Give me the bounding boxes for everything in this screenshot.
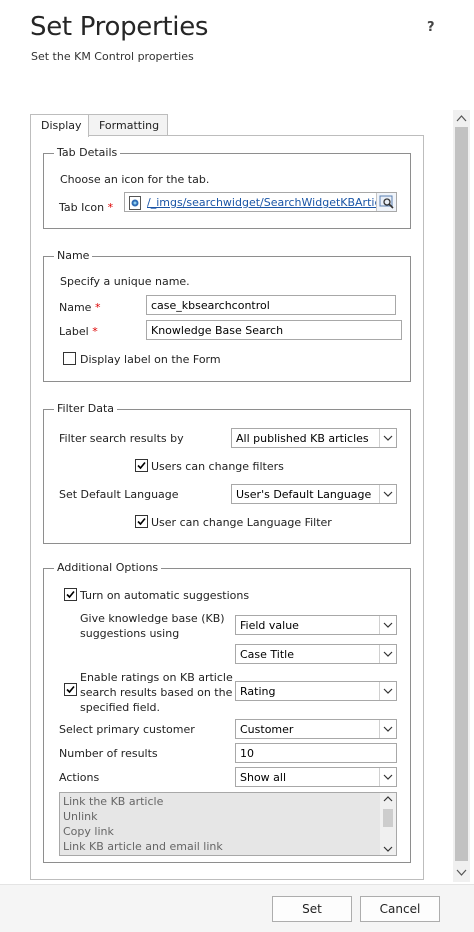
name-label: Name * — [59, 301, 101, 314]
list-item[interactable]: Unlink — [60, 810, 396, 825]
actions-listbox[interactable]: Link the KB article Unlink Copy link Lin… — [59, 792, 397, 856]
checkmark-icon — [66, 685, 75, 694]
filter-label: Filter search results by — [59, 432, 184, 445]
tab-details-group: Tab Details Choose an icon for the tab. … — [43, 146, 411, 229]
filter-select-value: All published KB articles — [236, 432, 369, 445]
primary-customer-label: Select primary customer — [59, 723, 195, 736]
user-change-language-checkbox[interactable] — [135, 515, 148, 528]
filter-data-legend: Filter Data — [54, 402, 118, 415]
label-input[interactable]: Knowledge Base Search — [146, 320, 402, 340]
num-results-input[interactable]: 10 — [235, 743, 397, 763]
filter-data-group: Filter Data Filter search results by All… — [43, 402, 411, 544]
tab-icon-instruction: Choose an icon for the tab. — [60, 173, 210, 186]
required-marker: * — [94, 301, 101, 314]
tab-icon-input[interactable]: /_imgs/searchwidget/SearchWidgetKBArticl… — [124, 192, 397, 212]
chevron-down-icon — [379, 645, 396, 663]
name-input[interactable]: case_kbsearchcontrol — [146, 295, 396, 315]
auto-suggestions-label: Turn on automatic suggestions — [80, 589, 250, 602]
ratings-checkbox[interactable] — [64, 683, 77, 696]
list-item[interactable]: Link KB article and email link — [60, 840, 396, 855]
tab-panel-display: Tab Details Choose an icon for the tab. … — [30, 135, 424, 880]
default-language-value: User's Default Language — [236, 488, 372, 501]
num-results-label: Number of results — [59, 747, 158, 760]
chevron-down-icon — [379, 485, 396, 503]
cancel-button[interactable]: Cancel — [360, 896, 440, 922]
list-item[interactable]: Copy link — [60, 825, 396, 840]
chevron-down-icon — [379, 682, 396, 700]
tab-icon-label: Tab Icon * — [59, 201, 114, 214]
chevron-down-icon — [379, 768, 396, 786]
chevron-down-icon — [379, 616, 396, 634]
name-group: Name Specify a unique name. Name * case_… — [43, 249, 411, 382]
browse-lookup-icon[interactable] — [376, 193, 396, 211]
users-change-filters-checkbox[interactable] — [135, 459, 148, 472]
default-language-select[interactable]: User's Default Language — [231, 484, 397, 504]
help-icon[interactable]: ? — [427, 20, 435, 35]
tab-formatting[interactable]: Formatting — [88, 114, 168, 136]
filter-select[interactable]: All published KB articles — [231, 428, 397, 448]
checkmark-icon — [137, 517, 146, 526]
additional-options-legend: Additional Options — [54, 561, 162, 574]
tab-icon-path: /_imgs/searchwidget/SearchWidgetKBArticl… — [147, 196, 391, 209]
ratings-label-line1: Enable ratings on KB article — [80, 671, 233, 684]
dialog-title: Set Properties — [30, 12, 209, 42]
additional-options-group: Additional Options Turn on automatic sug… — [43, 561, 411, 863]
primary-customer-value: Customer — [240, 723, 294, 736]
required-marker: * — [92, 325, 98, 338]
listbox-scrollbar[interactable] — [380, 793, 396, 855]
name-instruction: Specify a unique name. — [60, 275, 190, 288]
list-item[interactable]: Link the KB article — [60, 795, 396, 810]
dialog-footer: Set Cancel — [0, 884, 474, 932]
chevron-down-icon — [379, 429, 396, 447]
display-label-text: Display label on the Form — [80, 353, 221, 366]
required-marker: * — [107, 201, 114, 214]
field-value-select[interactable]: Case Title — [235, 644, 397, 664]
main-scrollbar[interactable] — [453, 110, 470, 882]
actions-select[interactable]: Show all — [235, 767, 397, 787]
display-label-checkbox[interactable] — [63, 352, 76, 365]
kb-suggestions-label-line2: suggestions using — [80, 627, 180, 640]
kb-suggestions-select[interactable]: Field value — [235, 615, 397, 635]
ratings-select[interactable]: Rating — [235, 681, 397, 701]
default-language-label: Set Default Language — [59, 488, 179, 501]
label-label: Label * — [59, 325, 98, 338]
tab-display[interactable]: Display — [30, 114, 89, 137]
actions-label: Actions — [59, 771, 100, 784]
checkmark-icon — [137, 461, 146, 470]
users-change-filters-label: Users can change filters — [151, 460, 284, 473]
field-value-value: Case Title — [240, 648, 294, 661]
auto-suggestions-checkbox[interactable] — [64, 588, 77, 601]
tab-details-legend: Tab Details — [54, 146, 121, 159]
dialog-subtitle: Set the KM Control properties — [31, 50, 194, 63]
set-button[interactable]: Set — [272, 896, 352, 922]
primary-customer-select[interactable]: Customer — [235, 719, 397, 739]
ratings-label-line3: specified field. — [80, 701, 160, 714]
actions-value: Show all — [240, 771, 287, 784]
kb-suggestions-label-line1: Give knowledge base (KB) — [80, 612, 225, 625]
checkmark-icon — [66, 590, 75, 599]
user-change-language-label: User can change Language Filter — [151, 516, 332, 529]
kb-suggestions-value: Field value — [240, 619, 299, 632]
chevron-down-icon — [379, 720, 396, 738]
image-icon — [129, 196, 141, 211]
ratings-value: Rating — [240, 685, 276, 698]
name-legend: Name — [54, 249, 93, 262]
ratings-label-line2: search results based on the — [80, 686, 233, 699]
